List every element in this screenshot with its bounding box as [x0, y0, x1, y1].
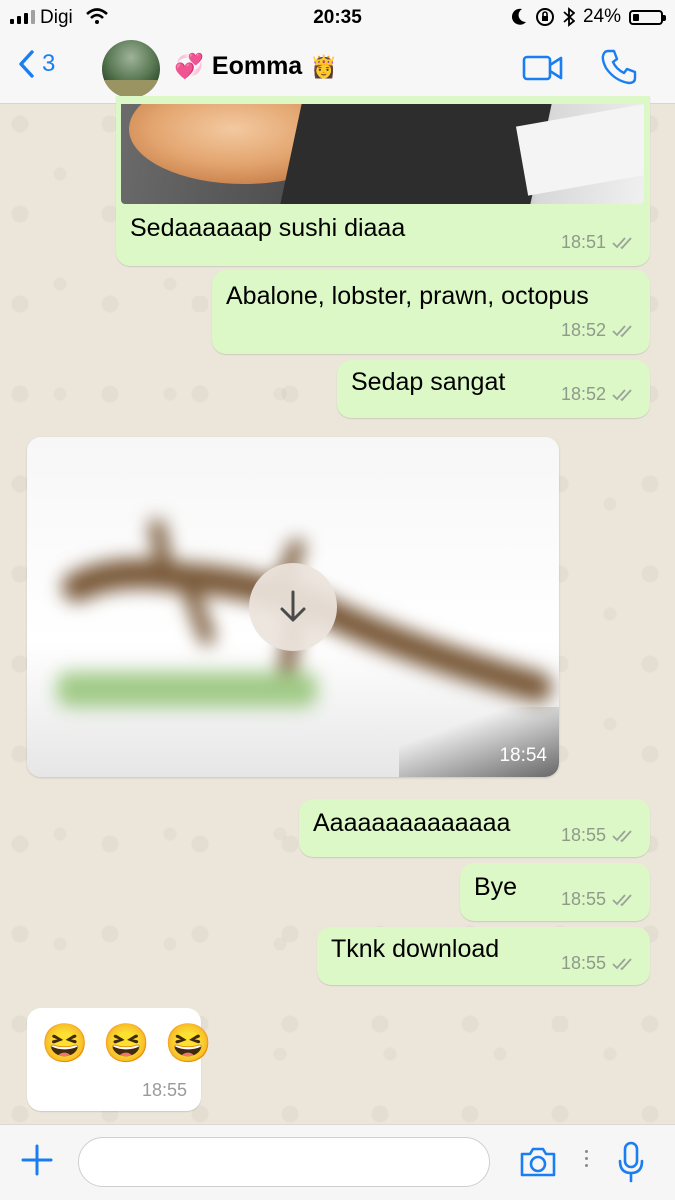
double-check-icon [612, 829, 632, 842]
double-check-icon [612, 893, 632, 906]
message-text: Tknk download [331, 935, 500, 963]
image-message-download[interactable]: 18:54 [27, 437, 559, 777]
camera-icon[interactable] [518, 1145, 558, 1179]
avatar[interactable] [102, 40, 160, 98]
rotation-lock-icon [535, 8, 554, 26]
bluetooth-icon [563, 7, 575, 27]
message-text-container: Sedaaaaaap sushi diaaa 18:51 [116, 204, 650, 266]
double-check-icon [612, 388, 632, 401]
double-check-icon [612, 236, 632, 249]
message-time: 18:55 [141, 1080, 187, 1100]
status-right: 24% [511, 6, 666, 28]
message-bubble[interactable]: Abalone, lobster, prawn, octopus 18:52 [212, 270, 650, 354]
contact-name: Eomma [211, 52, 303, 80]
battery-fill [633, 13, 639, 21]
message-meta: 18:55 [561, 825, 636, 846]
phone-call-icon[interactable] [600, 48, 638, 86]
message-meta: 18:52 [561, 384, 636, 405]
contact-title[interactable]: 💞 Eomma 👸 [174, 52, 338, 81]
message-time: 18:54 [499, 745, 547, 766]
message-text: 😆 😆 😆 [41, 1023, 215, 1065]
message-bubble[interactable]: Bye 18:55 [460, 863, 650, 921]
message-meta: 18:52 [561, 320, 636, 341]
message-time: 18:52 [560, 320, 606, 340]
photo-content [280, 104, 552, 204]
download-button[interactable] [249, 563, 337, 651]
microphone-icon[interactable] [617, 1141, 645, 1183]
message-time: 18:55 [560, 889, 606, 909]
message-text: Sedaaaaaap sushi diaaa [130, 214, 406, 242]
message-text: Bye [474, 873, 518, 901]
battery-icon [629, 9, 666, 25]
message-bubble[interactable]: Aaaaaaaaaaaaaa 18:55 [299, 799, 650, 857]
sushi-photo[interactable] [121, 104, 644, 204]
chat-header: 3 💞 Eomma 👸 [0, 36, 675, 104]
back-chevron-icon [19, 50, 34, 78]
message-text: Aaaaaaaaaaaaaa [313, 809, 511, 837]
message-bubble[interactable]: Sedap sangat 18:52 [337, 360, 650, 418]
message-meta: 18:55 [561, 889, 636, 910]
more-icon [585, 1150, 588, 1167]
princess-icon: 👸 [310, 53, 338, 79]
message-text: Abalone, lobster, prawn, octopus [226, 282, 589, 310]
message-input[interactable] [78, 1137, 490, 1187]
plus-icon[interactable] [20, 1143, 54, 1177]
composer-bar [0, 1124, 675, 1200]
message-time: 18:55 [560, 953, 606, 973]
message-time: 18:51 [560, 232, 606, 252]
download-arrow-icon [280, 590, 306, 622]
unread-count: 3 [42, 50, 56, 77]
message-time: 18:55 [560, 825, 606, 845]
message-meta: 18:55 [561, 953, 636, 974]
battery-percent: 24% [582, 6, 621, 27]
double-check-icon [612, 324, 632, 337]
status-bar: Digi 20:35 24% [0, 0, 675, 36]
back-button[interactable]: 3 [18, 50, 55, 78]
sparkling-heart-icon: 💞 [174, 53, 204, 80]
message-meta: 18:51 [561, 232, 636, 253]
moon-icon [511, 8, 526, 25]
message-text: Sedap sangat [351, 368, 506, 396]
double-check-icon [612, 957, 632, 970]
video-call-icon[interactable] [522, 54, 564, 82]
message-time: 18:52 [560, 384, 606, 404]
message-bubble[interactable]: Tknk download 18:55 [317, 927, 650, 985]
message-bubble[interactable]: 😆 😆 😆 18:55 [27, 1008, 212, 1111]
